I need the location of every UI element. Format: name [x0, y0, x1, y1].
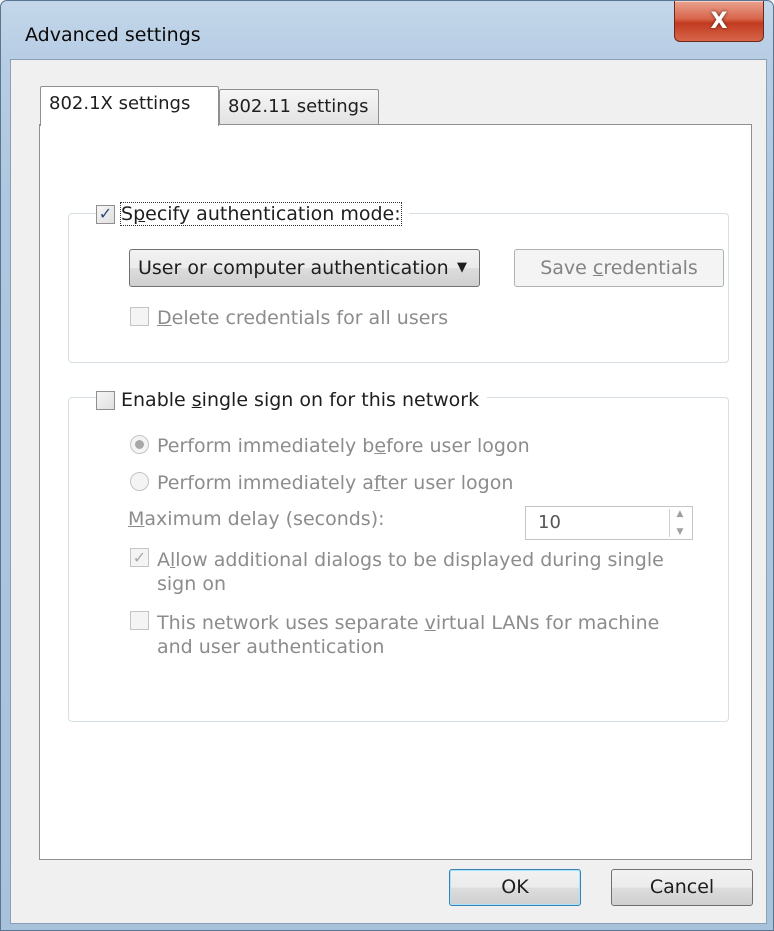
delete-credentials-checkbox[interactable] — [130, 307, 149, 326]
auth-mode-group — [68, 213, 729, 363]
auth-mode-dropdown-value: User or computer authentication — [138, 257, 449, 279]
close-icon: X — [710, 8, 728, 34]
maximum-delay-stepper[interactable]: 10 ▲ ▼ — [525, 506, 693, 540]
save-credentials-button[interactable]: Save credentials — [514, 249, 724, 287]
perform-after-logon-label: Perform immediately after user logon — [157, 472, 514, 494]
window-title: Advanced settings — [25, 24, 201, 46]
delete-credentials-label: Delete credentials for all users — [157, 307, 449, 329]
chevron-down-icon: ▼ — [457, 260, 467, 275]
tab-8021x-settings[interactable]: 802.1X settings — [40, 86, 219, 126]
specify-auth-mode-checkbox-row[interactable]: ✓ Specify authentication mode: — [96, 202, 409, 226]
perform-after-logon-row[interactable]: Perform immediately after user logon — [130, 472, 513, 494]
enable-sso-checkbox[interactable] — [96, 390, 115, 410]
allow-additional-dialogs-checkbox[interactable]: ✓ — [130, 548, 149, 567]
chevron-up-icon[interactable]: ▲ — [677, 509, 684, 519]
enable-sso-checkbox-row[interactable]: Enable single sign on for this network — [96, 389, 488, 411]
spin-arrows[interactable]: ▲ ▼ — [669, 509, 690, 537]
chevron-down-icon[interactable]: ▼ — [677, 527, 684, 537]
perform-before-logon-row[interactable]: Perform immediately before user logon — [130, 435, 530, 457]
auth-mode-dropdown[interactable]: User or computer authentication ▼ — [129, 249, 480, 287]
specify-auth-mode-checkbox[interactable]: ✓ — [96, 204, 115, 224]
maximum-delay-value: 10 — [538, 512, 561, 533]
maximum-delay-label: Maximum delay (seconds): — [128, 508, 385, 530]
specify-auth-mode-label: Specify authentication mode: — [120, 202, 402, 226]
close-button[interactable]: X — [674, 1, 764, 42]
title-bar[interactable]: Advanced settings X — [1, 1, 773, 51]
enable-sso-label: Enable single sign on for this network — [121, 389, 480, 411]
perform-before-logon-label: Perform immediately before user logon — [157, 435, 530, 457]
separate-vlans-label: This network uses separate virtual LANs … — [157, 612, 660, 658]
advanced-settings-dialog: Advanced settings X 802.1X settings 802.… — [0, 0, 774, 931]
separate-vlans-checkbox[interactable] — [130, 611, 149, 630]
ok-button[interactable]: OK — [449, 869, 581, 906]
delete-credentials-row[interactable]: Delete credentials for all users — [130, 307, 448, 329]
tab-80211-settings[interactable]: 802.11 settings — [219, 89, 379, 125]
tab-panel-8021x: ✓ Specify authentication mode: User or c… — [39, 124, 752, 860]
allow-additional-dialogs-row[interactable]: ✓ Allow additional dialogs to be display… — [130, 548, 690, 596]
cancel-button[interactable]: Cancel — [611, 869, 753, 906]
allow-additional-dialogs-label: Allow additional dialogs to be displayed… — [157, 549, 664, 595]
perform-after-logon-radio[interactable] — [130, 472, 149, 491]
separate-vlans-row[interactable]: This network uses separate virtual LANs … — [130, 611, 690, 659]
dialog-client-area: 802.1X settings 802.11 settings ✓ Specif… — [10, 59, 767, 924]
perform-before-logon-radio[interactable] — [130, 435, 149, 454]
